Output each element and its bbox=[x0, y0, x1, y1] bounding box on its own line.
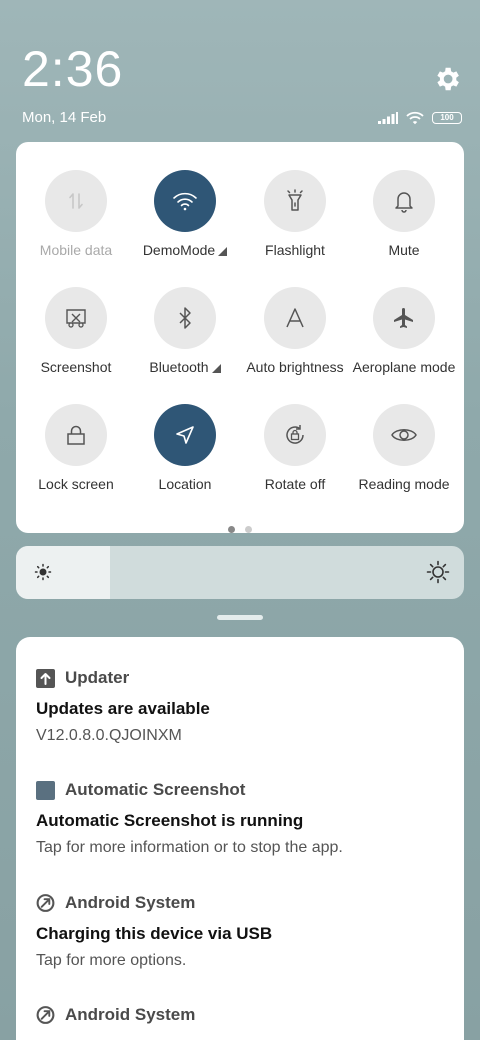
tile-label: Lock screen bbox=[38, 476, 114, 492]
rotate-lock-icon bbox=[286, 425, 304, 444]
date: Mon, 14 Feb bbox=[22, 109, 107, 126]
expand-triangle-icon bbox=[218, 246, 228, 256]
mobile-data-icon bbox=[69, 193, 83, 209]
notification-text: Tap for more options. bbox=[36, 952, 187, 969]
tile-location-button[interactable] bbox=[154, 404, 216, 466]
app-square-icon bbox=[36, 780, 55, 800]
notification-header: Automatic Screenshot bbox=[36, 779, 456, 801]
tile-label-row: DemoMode bbox=[130, 242, 240, 258]
tile-mobile-data-button[interactable] bbox=[45, 170, 107, 232]
tile-rotate-off-button[interactable] bbox=[264, 404, 326, 466]
notification-app-name: Android System bbox=[65, 893, 196, 912]
expand-triangle-icon bbox=[211, 363, 221, 373]
notification-android-system[interactable]: Android System Charging this device via … bbox=[36, 892, 456, 970]
notification-header: Android System bbox=[36, 1004, 456, 1026]
page-dot-active bbox=[228, 526, 235, 533]
tile-auto-brightness-button[interactable] bbox=[264, 287, 326, 349]
tile-lock-screen-button[interactable] bbox=[45, 404, 107, 466]
tile-screenshot-button[interactable] bbox=[45, 287, 107, 349]
tile-screenshot[interactable]: Screenshot bbox=[21, 287, 131, 404]
tile-mobile-data[interactable]: Mobile data bbox=[21, 170, 131, 287]
tile-bluetooth-button[interactable] bbox=[154, 287, 216, 349]
tile-label: Mute bbox=[388, 242, 420, 258]
battery-indicator: 100 bbox=[432, 112, 462, 124]
bell-icon bbox=[395, 192, 413, 213]
eye-icon bbox=[391, 429, 417, 441]
tile-location[interactable]: Location bbox=[130, 404, 240, 521]
wifi-status-icon bbox=[406, 111, 424, 125]
drag-handle[interactable] bbox=[217, 615, 263, 620]
quick-settings-panel: Mobile data DemoMode Flashlight Mute Scr… bbox=[16, 142, 464, 533]
tile-auto-brightness[interactable]: Auto brightness bbox=[240, 287, 350, 404]
airplane-icon bbox=[394, 308, 413, 328]
tile-aeroplane-mode[interactable]: Aeroplane mode bbox=[349, 287, 459, 404]
tile-label: Rotate off bbox=[264, 476, 326, 492]
notification-title: Automatic Screenshot is running bbox=[36, 811, 304, 830]
settings-button[interactable] bbox=[432, 64, 462, 94]
tile-bluetooth[interactable]: Bluetooth bbox=[130, 287, 240, 404]
notification-header: Updater bbox=[36, 667, 456, 689]
android-system-icon bbox=[36, 894, 55, 913]
clock: 2:36 bbox=[22, 41, 124, 97]
tile-flashlight-button[interactable] bbox=[264, 170, 326, 232]
tile-demomode-button[interactable] bbox=[154, 170, 216, 232]
location-icon bbox=[176, 426, 194, 444]
tile-reading-mode-button[interactable] bbox=[373, 404, 435, 466]
notification-android-system-2[interactable]: Android System bbox=[36, 1004, 456, 1026]
notification-title: Charging this device via USB bbox=[36, 924, 273, 943]
notification-title: Updates are available bbox=[36, 699, 210, 718]
status-icons: 100 bbox=[378, 110, 462, 126]
tile-label: Aeroplane mode bbox=[352, 359, 456, 375]
brightness-high-icon bbox=[426, 560, 450, 584]
notification-updater[interactable]: Updater Updates are available V12.0.8.0.… bbox=[36, 667, 456, 745]
brightness-low-icon bbox=[34, 563, 52, 581]
notification-automatic-screenshot[interactable]: Automatic Screenshot Automatic Screensho… bbox=[36, 779, 456, 857]
notification-app-name: Updater bbox=[65, 668, 130, 687]
android-system-icon bbox=[36, 1006, 55, 1025]
notification-header: Android System bbox=[36, 892, 456, 914]
lock-icon bbox=[67, 425, 85, 445]
tile-lock-screen[interactable]: Lock screen bbox=[21, 404, 131, 521]
tile-demomode[interactable]: DemoMode bbox=[130, 170, 240, 287]
tile-flashlight[interactable]: Flashlight bbox=[240, 170, 350, 287]
tile-label: Flashlight bbox=[265, 242, 325, 258]
signal-icon bbox=[378, 112, 398, 124]
gear-icon bbox=[437, 67, 459, 91]
tile-reading-mode[interactable]: Reading mode bbox=[349, 404, 459, 521]
notification-app-name: Android System bbox=[65, 1005, 196, 1024]
tile-mute-button[interactable] bbox=[373, 170, 435, 232]
tile-label: Reading mode bbox=[358, 476, 450, 492]
tile-mute[interactable]: Mute bbox=[349, 170, 459, 287]
notification-panel: Updater Updates are available V12.0.8.0.… bbox=[16, 637, 464, 1040]
page-dot bbox=[245, 526, 252, 533]
tile-label-row: Bluetooth bbox=[130, 359, 240, 375]
tile-label: DemoMode bbox=[142, 242, 216, 258]
auto-brightness-icon bbox=[286, 308, 304, 328]
status-area: 2:36 Mon, 14 Feb 100 bbox=[0, 0, 480, 140]
brightness-slider[interactable] bbox=[16, 546, 464, 599]
upload-arrow-icon bbox=[36, 668, 55, 688]
bluetooth-icon bbox=[179, 307, 191, 329]
screenshot-icon bbox=[66, 309, 86, 328]
notification-app-name: Automatic Screenshot bbox=[65, 780, 246, 799]
notification-text: Tap for more information or to stop the … bbox=[36, 839, 343, 856]
tile-label: Location bbox=[158, 476, 212, 492]
page-indicator bbox=[16, 520, 464, 538]
tile-label: Bluetooth bbox=[149, 359, 209, 375]
flashlight-icon bbox=[287, 189, 303, 211]
tile-label: Mobile data bbox=[39, 242, 113, 258]
notification-text: V12.0.8.0.QJOINXM bbox=[36, 727, 182, 744]
tile-rotate-off[interactable]: Rotate off bbox=[240, 404, 350, 521]
wifi-icon bbox=[173, 192, 197, 211]
tile-label: Auto brightness bbox=[246, 359, 344, 375]
brightness-level bbox=[16, 546, 111, 599]
tile-aeroplane-mode-button[interactable] bbox=[373, 287, 435, 349]
tile-label: Screenshot bbox=[40, 359, 112, 375]
